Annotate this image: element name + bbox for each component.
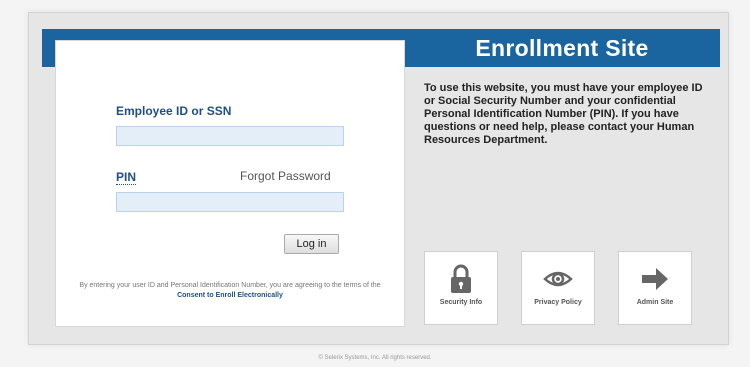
- privacy-policy-label: Privacy Policy: [534, 299, 582, 306]
- login-button[interactable]: Log in: [284, 234, 339, 254]
- pin-input[interactable]: [116, 192, 344, 212]
- forgot-password-link[interactable]: Forgot Password: [240, 169, 331, 183]
- security-info-label: Security Info: [439, 299, 483, 306]
- admin-site-tile[interactable]: Admin Site: [618, 251, 692, 325]
- eye-icon: [543, 271, 573, 287]
- privacy-policy-tile[interactable]: Privacy Policy: [521, 251, 595, 325]
- disclaimer-text: By entering your user ID and Personal Id…: [79, 282, 381, 289]
- copyright-text: © Selerix Systems, Inc. All rights reser…: [318, 355, 432, 361]
- consent-disclaimer: By entering your user ID and Personal Id…: [70, 281, 390, 301]
- employee-id-label: Employee ID or SSN: [116, 104, 232, 118]
- arrow-right-icon: [642, 268, 668, 290]
- employee-id-input[interactable]: [116, 126, 344, 146]
- site-title: Enrollment Site: [475, 35, 649, 61]
- pin-label: PIN: [116, 170, 137, 185]
- admin-site-label: Admin Site: [636, 299, 674, 306]
- instructions-text: To use this website, you must have your …: [424, 82, 703, 146]
- lock-icon: [451, 264, 471, 293]
- security-info-tile[interactable]: Security Info: [424, 251, 498, 325]
- consent-link[interactable]: Consent to Enroll Electronically: [177, 292, 283, 299]
